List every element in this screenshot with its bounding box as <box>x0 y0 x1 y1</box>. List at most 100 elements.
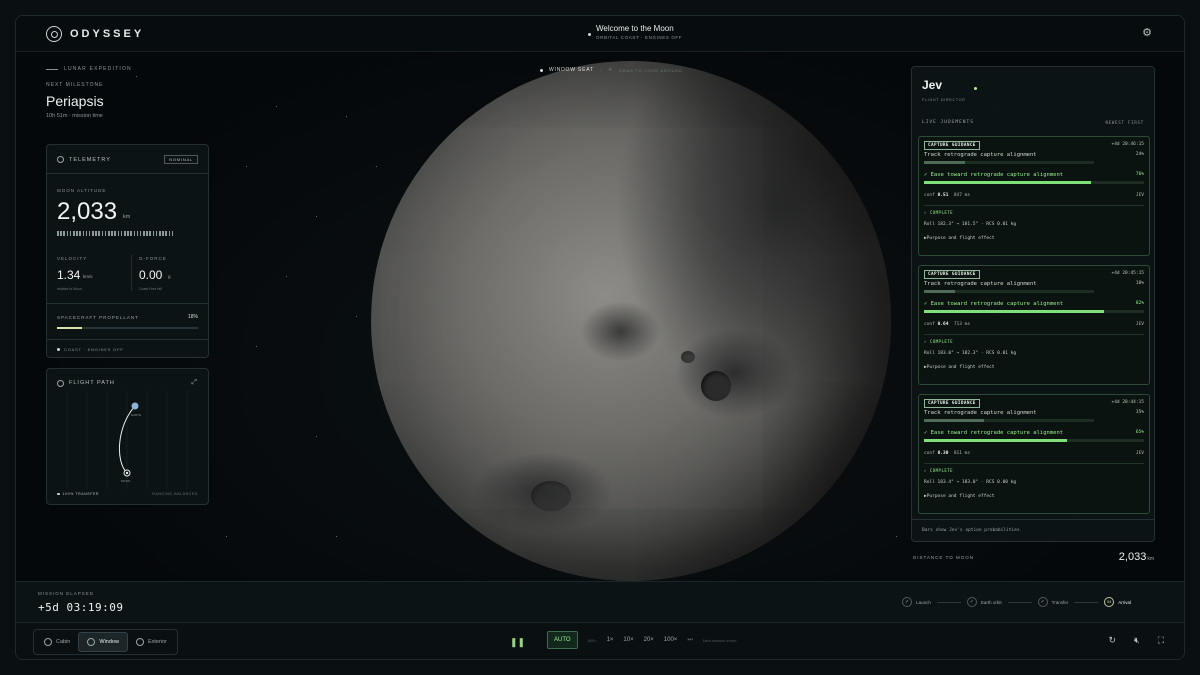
sort-order[interactable]: NEWEST FIRST <box>1106 120 1145 125</box>
page-title: Welcome to the Moon <box>596 24 674 33</box>
star <box>256 346 257 347</box>
settings-sliders-icon[interactable]: ⚙ <box>1140 26 1154 40</box>
milestone-label: NEXT MILESTONE <box>46 82 104 88</box>
card-tag: CAPTURE GUIDANCE <box>924 141 980 150</box>
status-dot-icon <box>588 33 591 36</box>
latency: 713 ms <box>953 322 971 327</box>
milestone-name: Periapsis <box>46 93 104 109</box>
altitude-tick <box>149 231 152 236</box>
option-ease-bar <box>924 181 1144 184</box>
pause-icon[interactable]: ❚❚ <box>510 637 525 648</box>
control-bar: Cabin Window Exterior ❚❚ AUTO 600× 1× 10× … <box>16 623 1184 659</box>
altitude-tick <box>159 231 161 236</box>
gforce-sub: Coast Free fall <box>139 287 162 291</box>
purpose-label: Purpose and flight effect <box>926 365 995 370</box>
purpose-toggle[interactable]: ▶Purpose and flight effect <box>924 365 994 370</box>
purpose-label: Purpose and flight effect <box>926 236 995 241</box>
moon-view[interactable] <box>371 61 891 581</box>
altitude-tick <box>108 231 110 236</box>
speed-100-button[interactable]: 100× <box>664 637 678 643</box>
seat-dot-icon <box>540 68 543 72</box>
director-role: FLIGHT DIRECTOR <box>922 98 966 102</box>
confidence: conf 0.51 847 ms <box>924 193 970 198</box>
option-ease-prob: 65% <box>1135 430 1144 435</box>
star <box>336 536 337 537</box>
view-exterior-button[interactable]: Exterior <box>128 632 175 652</box>
purpose-toggle[interactable]: ▶Purpose and flight effect <box>924 494 994 499</box>
stage-connector <box>1074 601 1099 603</box>
altitude-tick <box>165 231 167 236</box>
altitude-tick <box>92 231 94 236</box>
card-tag: CAPTURE GUIDANCE <box>924 399 980 408</box>
stage-transfer: ✓ Transfer <box>1037 597 1069 607</box>
altitude-tick <box>120 231 123 236</box>
stage-connector <box>936 601 961 603</box>
stage-connector <box>1007 601 1032 603</box>
fullscreen-icon[interactable]: ⛶ <box>1158 635 1164 646</box>
speed-1-button[interactable]: 1× <box>607 637 614 643</box>
reset-icon[interactable]: ↻ <box>1108 635 1116 646</box>
online-dot-icon <box>974 87 977 90</box>
window-seat-label: WINDOW SEAT <box>549 67 594 73</box>
speed-20-button[interactable]: 20× <box>644 637 654 643</box>
altitude-tick <box>104 231 107 236</box>
altitude-tick <box>143 231 145 236</box>
altitude-tick <box>146 231 148 236</box>
altitude-tick <box>69 231 72 236</box>
odyssey-logo-icon <box>46 26 62 42</box>
stage-label: Transfer <box>1051 599 1069 605</box>
velocity-unit: km/s <box>83 274 93 279</box>
view-cabin-button[interactable]: Cabin <box>36 632 78 652</box>
confidence-label: conf <box>924 193 935 198</box>
altitude-tick <box>168 231 171 236</box>
telemetry-header: TELEMETRY NOMINAL <box>47 145 208 164</box>
altitude-tick <box>72 231 75 236</box>
earth-marker <box>131 402 139 410</box>
altitude-tick <box>60 231 62 236</box>
confidence-value: 0.51 <box>937 193 949 198</box>
star <box>346 116 347 117</box>
option-track-bar-fill <box>924 290 955 293</box>
confidence: conf 0.30 811 ms <box>924 451 970 456</box>
view-label: Cabin <box>56 639 71 645</box>
star <box>226 536 227 537</box>
altitude-label: MOON ALTITUDE <box>57 188 107 193</box>
latency: 847 ms <box>953 193 971 198</box>
mute-icon[interactable]: 🔇︎ <box>1134 635 1140 646</box>
skip-forward-icon[interactable]: ⏭ <box>687 637 692 644</box>
page-subtitle: ORBITAL COAST · ENGINES OFF <box>596 35 683 40</box>
telemetry-title: TELEMETRY <box>69 156 111 163</box>
divider <box>924 205 1144 206</box>
option-ease-label: Ease toward retrograde capture alignment <box>930 430 1064 436</box>
gforce-value: 0.00 <box>139 268 163 282</box>
flight-path-panel: FLIGHT PATH ⤢ EARTH MOON 100% TRANSFER R… <box>46 368 209 505</box>
option-track-bar <box>924 419 1094 422</box>
status-badge: NOMINAL <box>164 155 198 164</box>
judgment-card: CAPTURE GUIDANCE +4d 20:45:15 Track retrog… <box>918 265 1150 385</box>
altitude-tick <box>123 231 126 236</box>
option-track-prob: 35% <box>1135 410 1144 415</box>
confidence-value: 0.30 <box>937 451 949 456</box>
altitude-tick <box>155 231 158 236</box>
speed-600-button[interactable]: 600× <box>588 638 597 643</box>
distance-readout: 2,033km <box>1119 551 1154 563</box>
speed-10-button[interactable]: 10× <box>623 637 633 643</box>
earth-label: EARTH <box>131 413 141 417</box>
moon-crater <box>701 371 731 401</box>
purpose-toggle[interactable]: ▶Purpose and flight effect <box>924 236 994 241</box>
spacecraft-marker <box>125 471 129 475</box>
altitude-tick <box>82 231 85 236</box>
roll-detail: Roll 183.0° → 182.3° · RCS 0.01 kg <box>924 351 1017 356</box>
propellant-bar-fill <box>57 327 83 329</box>
altitude-tick <box>111 231 113 236</box>
option-track-bar <box>924 161 1094 164</box>
propellant-label: SPACECRAFT PROPELLANT <box>57 315 139 320</box>
expand-icon[interactable]: ⤢ <box>191 379 198 387</box>
next-event-button[interactable]: Next mission event <box>703 638 737 643</box>
view-window-button[interactable]: Window <box>78 632 128 652</box>
speed-auto-button[interactable]: AUTO <box>547 631 578 649</box>
separator: | <box>599 67 602 73</box>
complete-label: COMPLETE <box>929 468 954 473</box>
stage-label: Launch <box>916 599 931 605</box>
telemetry-panel: TELEMETRY NOMINAL MOON ALTITUDE 2,033 km… <box>46 144 209 358</box>
